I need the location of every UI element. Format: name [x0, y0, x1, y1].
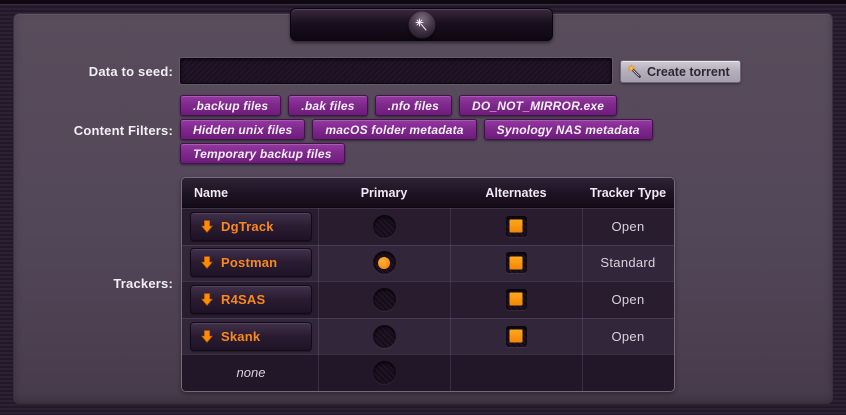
- tracker-name-button-dgtrack[interactable]: DgTrack: [190, 212, 312, 241]
- filter-chip-temporary-backup-files[interactable]: Temporary backup files: [180, 143, 345, 164]
- down-arrow-icon: [201, 256, 213, 269]
- tracker-alternates-checkbox-postman[interactable]: [506, 252, 527, 273]
- tracker-name-cell: none: [182, 354, 318, 391]
- tracker-row-dgtrack: DgTrack Open: [182, 208, 674, 245]
- down-arrow-icon: [201, 293, 213, 306]
- tracker-primary-radio-postman[interactable]: [373, 251, 396, 274]
- tracker-type-value: Open: [611, 329, 644, 344]
- create-torrent-label: Create torrent: [647, 65, 730, 79]
- window-top-strip: [0, 0, 846, 5]
- tracker-primary-cell: [318, 208, 450, 245]
- tracker-name-label: Postman: [221, 255, 277, 270]
- down-arrow-icon: [201, 330, 213, 343]
- tracker-primary-cell: [318, 318, 450, 355]
- trackers-table: NamePrimaryAlternatesTracker Type DgTrac…: [181, 177, 675, 392]
- tracker-name-button-skank[interactable]: Skank: [190, 322, 312, 351]
- filter-chip-hidden-unix-files[interactable]: Hidden unix files: [180, 119, 305, 140]
- filter-chip-synology-nas-metadata[interactable]: Synology NAS metadata: [484, 119, 653, 140]
- tracker-type-value: Standard: [600, 255, 655, 270]
- tracker-alternates-cell: [450, 354, 582, 391]
- tracker-primary-cell: [318, 281, 450, 318]
- tracker-alternates-cell: [450, 318, 582, 355]
- trackers-table-header: NamePrimaryAlternatesTracker Type: [182, 178, 674, 208]
- tracker-primary-cell: [318, 245, 450, 282]
- tracker-name-button-r4sas[interactable]: R4SAS: [190, 285, 312, 314]
- filter-chip-nfo-files[interactable]: .nfo files: [375, 95, 452, 116]
- tracker-type-cell: Standard: [582, 245, 674, 282]
- tracker-row-postman: Postman Standard: [182, 245, 674, 282]
- tracker-primary-radio-skank[interactable]: [373, 325, 396, 348]
- filter-chip-backup-files[interactable]: .backup files: [180, 95, 281, 116]
- tracker-row-none: none: [182, 354, 674, 391]
- tracker-alternates-cell: [450, 245, 582, 282]
- tracker-type-cell: [582, 354, 674, 391]
- create-torrent-button[interactable]: Create torrent: [620, 60, 741, 83]
- tracker-row-r4sas: R4SAS Open: [182, 281, 674, 318]
- column-header-name: Name: [182, 186, 318, 200]
- magic-wand-sparkle-icon: [408, 11, 435, 38]
- tracker-name-cell: R4SAS: [182, 281, 318, 318]
- filter-chip-row: .backup files .bak files .nfo files DO_NOT_…: [180, 95, 670, 116]
- torrent-creator-window: Data to seed: Create torrent Content Fil…: [0, 0, 846, 415]
- tracker-name-cell: Postman: [182, 245, 318, 282]
- tracker-alternates-checkbox-r4sas[interactable]: [506, 289, 527, 310]
- tracker-primary-radio-dgtrack[interactable]: [373, 215, 396, 238]
- tracker-name-label: Skank: [221, 329, 260, 344]
- tracker-alternates-cell: [450, 208, 582, 245]
- trackers-table-body: DgTrackOpenPostmanStandardR4SASOpenSkank…: [182, 208, 674, 391]
- column-header-tracker-type: Tracker Type: [582, 186, 674, 200]
- filter-chip-row: Hidden unix files macOS folder metadata Sy…: [180, 119, 670, 140]
- tracker-primary-radio-none[interactable]: [373, 361, 396, 384]
- filter-chip-do-not-mirror-exe[interactable]: DO_NOT_MIRROR.exe: [459, 95, 617, 116]
- filter-chip-macos-folder-metadata[interactable]: macOS folder metadata: [312, 119, 476, 140]
- tracker-name-cell: Skank: [182, 318, 318, 355]
- filter-chip-bak-files[interactable]: .bak files: [288, 95, 367, 116]
- down-arrow-icon: [201, 220, 213, 233]
- data-to-seed-label: Data to seed:: [8, 64, 173, 79]
- content-filters-label: Content Filters:: [8, 123, 173, 138]
- tracker-row-skank: Skank Open: [182, 318, 674, 355]
- column-header-primary: Primary: [318, 186, 450, 200]
- tracker-name-button-postman[interactable]: Postman: [190, 248, 312, 277]
- tracker-type-value: Open: [611, 219, 644, 234]
- tracker-type-cell: Open: [582, 208, 674, 245]
- magic-wand-icon: [627, 64, 642, 79]
- content-filter-chips: .backup files .bak files .nfo files DO_NOT_…: [180, 95, 670, 167]
- column-header-alternates: Alternates: [450, 186, 582, 200]
- tracker-type-cell: Open: [582, 281, 674, 318]
- tracker-none-label: none: [190, 365, 318, 380]
- tracker-alternates-checkbox-dgtrack[interactable]: [506, 216, 527, 237]
- filter-chip-row: Temporary backup files: [180, 143, 670, 164]
- tracker-primary-radio-r4sas[interactable]: [373, 288, 396, 311]
- tracker-alternates-cell: [450, 281, 582, 318]
- tracker-alternates-checkbox-skank[interactable]: [506, 326, 527, 347]
- tracker-name-cell: DgTrack: [182, 208, 318, 245]
- data-to-seed-input[interactable]: [180, 58, 612, 84]
- tracker-name-label: DgTrack: [221, 219, 274, 234]
- trackers-label: Trackers:: [8, 276, 173, 291]
- tracker-primary-cell: [318, 354, 450, 391]
- header-collapse-button[interactable]: [290, 8, 553, 41]
- tracker-type-value: Open: [611, 292, 644, 307]
- tracker-type-cell: Open: [582, 318, 674, 355]
- tracker-name-label: R4SAS: [221, 292, 265, 307]
